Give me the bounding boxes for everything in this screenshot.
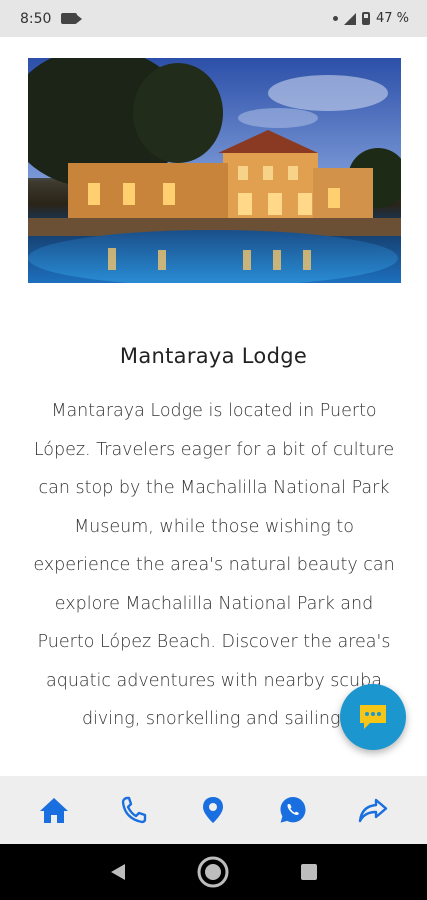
status-time: 8:50 [20, 10, 52, 27]
back-triangle-icon [110, 864, 125, 880]
system-recents-button[interactable] [289, 852, 329, 892]
nav-home[interactable] [32, 788, 76, 832]
location-pin-icon [203, 797, 224, 823]
system-nav-bar [0, 844, 427, 900]
nav-phone[interactable] [112, 788, 156, 832]
home-icon [39, 798, 68, 823]
chat-button[interactable] [340, 684, 406, 750]
signal-icon [343, 12, 356, 25]
home-circle-icon [197, 856, 229, 888]
battery-icon [361, 12, 370, 25]
status-right: 47 % [332, 11, 409, 26]
chat-bubble-icon [360, 705, 386, 729]
screen-record-icon [61, 13, 83, 24]
nav-share[interactable] [351, 788, 395, 832]
share-icon [358, 798, 388, 823]
battery-level: 47 % [375, 11, 409, 26]
hero-image [28, 58, 401, 283]
nav-location[interactable] [191, 788, 235, 832]
notification-dot-icon [332, 16, 338, 21]
system-back-button[interactable] [98, 852, 138, 892]
status-bar: 8:50 47 % [0, 0, 427, 37]
lodge-photo [28, 58, 401, 283]
whatsapp-icon [280, 797, 306, 823]
nav-whatsapp[interactable] [271, 788, 315, 832]
recents-square-icon [301, 864, 318, 880]
status-left: 8:50 [20, 10, 83, 27]
lodge-title: Mantaraya Lodge [119, 344, 308, 368]
phone-icon [121, 796, 146, 824]
system-home-button[interactable] [193, 852, 233, 892]
bottom-nav [0, 776, 427, 844]
